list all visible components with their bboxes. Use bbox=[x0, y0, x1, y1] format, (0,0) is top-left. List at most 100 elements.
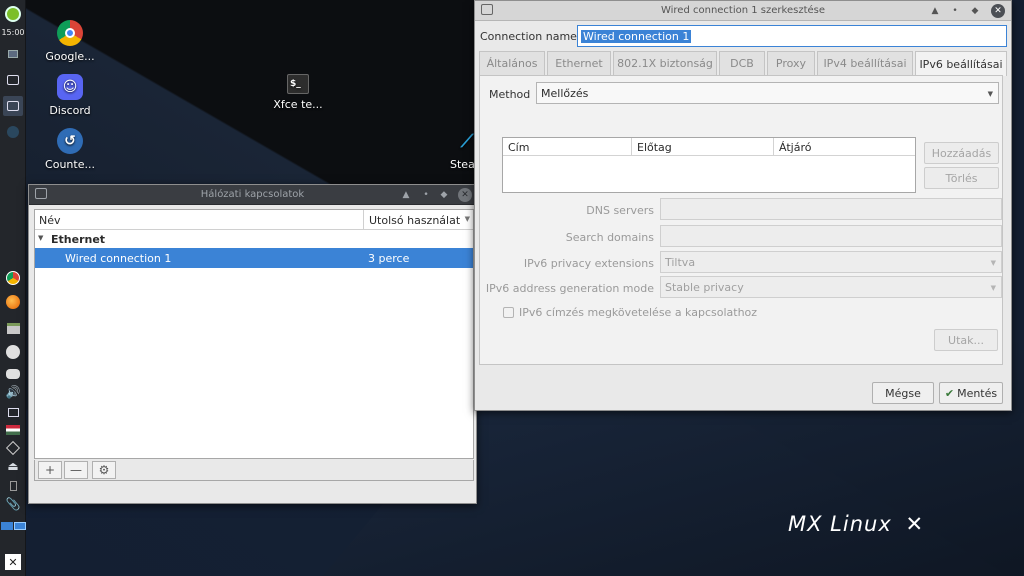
ipv6-privacy-extensions-select[interactable]: Tiltva ▼ bbox=[660, 251, 1002, 273]
connection-name: Wired connection 1 bbox=[65, 252, 172, 265]
dropdown-arrow-icon: ▼ bbox=[990, 259, 996, 267]
tab-ethernet[interactable]: Ethernet bbox=[547, 51, 611, 75]
require-ipv6-checkbox[interactable] bbox=[503, 307, 514, 318]
mx-logo-panel-icon[interactable]: ✕ bbox=[3, 552, 23, 572]
method-label: Method bbox=[489, 88, 531, 101]
tab-ipv4-settings[interactable]: IPv4 beállításai bbox=[817, 51, 913, 75]
dropdown-arrow-icon: ▼ bbox=[990, 284, 996, 292]
workspace-switcher-icon[interactable] bbox=[0, 516, 26, 536]
dropdown-arrow-icon: ▼ bbox=[987, 90, 993, 98]
maximize-icon[interactable]: ◆ bbox=[967, 3, 983, 19]
edit-connection-button[interactable]: ⚙ bbox=[92, 461, 116, 479]
desktop-icon-counter-strike[interactable]: ↺ Counte... bbox=[28, 128, 112, 171]
volume-icon[interactable]: 🔊 bbox=[3, 382, 23, 402]
eject-icon[interactable]: ⏏ bbox=[3, 456, 23, 476]
delete-address-button[interactable]: Törlés bbox=[924, 167, 999, 189]
column-header-last-used-label: Utolsó használat bbox=[369, 214, 461, 227]
save-button-label: Mentés bbox=[957, 386, 998, 400]
gear-icon: ⚙ bbox=[98, 463, 110, 477]
counter-strike-icon: ↺ bbox=[57, 128, 83, 154]
ipv6-address-generation-mode-value: Stable privacy bbox=[665, 281, 744, 294]
task-window-active-icon[interactable] bbox=[3, 96, 23, 116]
close-icon[interactable]: ✕ bbox=[458, 188, 472, 202]
expander-down-icon[interactable]: ▼ bbox=[38, 234, 43, 242]
shade-icon[interactable]: ▲ bbox=[398, 187, 414, 203]
mx-logo-icon: ✕ bbox=[905, 512, 925, 536]
require-ipv6-label: IPv6 címzés megkövetelése a kapcsolathoz bbox=[519, 306, 758, 319]
side-panel: 15:00 🔊 ⏏ 📎 ✕ bbox=[0, 0, 26, 576]
shade-icon[interactable]: ▲ bbox=[927, 3, 943, 19]
ipv6-privacy-extensions-value: Tiltva bbox=[665, 256, 696, 269]
dns-servers-label: DNS servers bbox=[586, 204, 654, 217]
firefox-launcher-icon[interactable] bbox=[3, 292, 23, 312]
tab-ipv6-settings[interactable]: IPv6 beállításai bbox=[915, 51, 1007, 76]
sort-descending-icon: ▼ bbox=[464, 215, 470, 223]
column-header-gateway: Átjáró bbox=[773, 138, 915, 156]
close-icon[interactable]: ✕ bbox=[991, 4, 1005, 18]
dns-servers-input[interactable] bbox=[660, 198, 1002, 220]
connection-name-input[interactable]: Wired connection 1 bbox=[577, 25, 1007, 47]
minus-icon: — bbox=[70, 463, 82, 477]
desktop-icon-google-chrome[interactable]: Google... bbox=[28, 20, 112, 63]
connection-editor-window: Wired connection 1 szerkesztése ▲ • ◆ ✕ … bbox=[474, 0, 1012, 411]
discord-launcher-icon[interactable] bbox=[3, 364, 23, 384]
ipv6-address-generation-mode-label: IPv6 address generation mode bbox=[485, 282, 654, 295]
network-connections-window: Hálózati kapcsolatok ▲ • ◆ ✕ Név Utolsó … bbox=[28, 184, 477, 504]
tab-proxy[interactable]: Proxy bbox=[767, 51, 815, 75]
chrome-launcher-icon[interactable] bbox=[3, 268, 23, 288]
connection-group-label: Ethernet bbox=[51, 233, 106, 246]
mx-linux-brand-text: MX Linux bbox=[788, 512, 892, 536]
whisker-menu-icon[interactable] bbox=[3, 4, 23, 24]
tab-dcb[interactable]: DCB bbox=[719, 51, 765, 75]
plus-icon: + bbox=[44, 463, 56, 477]
connection-list[interactable]: Név Utolsó használat ▼ ▼ Ethernet Wired … bbox=[34, 209, 474, 459]
column-header-name[interactable]: Név bbox=[39, 214, 61, 227]
cancel-button[interactable]: Mégse bbox=[872, 382, 934, 404]
connection-list-toolbar: + — ⚙ bbox=[34, 460, 474, 481]
save-button[interactable]: ✔ Mentés bbox=[939, 382, 1003, 404]
workspace-icon[interactable] bbox=[3, 44, 23, 64]
steam-launcher-icon[interactable] bbox=[3, 342, 23, 362]
network-tray-icon[interactable] bbox=[3, 402, 23, 422]
keyboard-layout-flag-icon[interactable] bbox=[3, 420, 23, 440]
ipv6-privacy-extensions-label: IPv6 privacy extensions bbox=[523, 257, 654, 270]
connection-last-used: 3 perce bbox=[368, 252, 410, 265]
task-window-icon[interactable] bbox=[3, 70, 23, 90]
maximize-icon[interactable]: ◆ bbox=[436, 187, 452, 203]
column-header-address: Cím bbox=[508, 141, 530, 154]
routes-button[interactable]: Utak... bbox=[934, 329, 998, 351]
remove-connection-button[interactable]: — bbox=[64, 461, 88, 479]
task-steam-icon[interactable] bbox=[3, 122, 23, 142]
column-header-prefix: Előtag bbox=[631, 138, 773, 156]
clipboard-icon[interactable] bbox=[3, 476, 23, 496]
add-address-button[interactable]: Hozzáadás bbox=[924, 142, 999, 164]
file-manager-launcher-icon[interactable] bbox=[3, 318, 23, 338]
desktop-icon-discord[interactable]: ☺ Discord bbox=[28, 74, 112, 117]
method-value: Mellőzés bbox=[541, 87, 589, 100]
tab-8021x-security[interactable]: 802.1X biztonság bbox=[613, 51, 717, 75]
connection-list-header: Név Utolsó használat ▼ bbox=[35, 210, 473, 230]
ipv6-address-generation-mode-select[interactable]: Stable privacy ▼ bbox=[660, 276, 1002, 298]
connection-editor-titlebar[interactable]: Wired connection 1 szerkesztése ▲ • ◆ ✕ bbox=[475, 1, 1011, 21]
network-connections-titlebar[interactable]: Hálózati kapcsolatok ▲ • ◆ ✕ bbox=[29, 185, 476, 205]
connection-group-ethernet[interactable]: ▼ Ethernet bbox=[35, 230, 473, 248]
paperclip-icon[interactable]: 📎 bbox=[3, 494, 23, 514]
chrome-icon bbox=[57, 20, 83, 46]
column-header-last-used[interactable]: Utolsó használat ▼ bbox=[363, 210, 474, 230]
tab-general[interactable]: Általános bbox=[479, 51, 545, 75]
minimize-icon[interactable]: • bbox=[947, 3, 963, 19]
connection-name-value: Wired connection 1 bbox=[581, 30, 692, 43]
desktop-icon-xfce-terminal[interactable]: $_ Xfce te... bbox=[256, 74, 340, 111]
package-updater-icon[interactable] bbox=[3, 438, 23, 458]
search-domains-input[interactable] bbox=[660, 225, 1002, 247]
address-table-header: Cím Előtag Átjáró bbox=[503, 138, 915, 156]
add-connection-button[interactable]: + bbox=[38, 461, 62, 479]
panel-clock[interactable]: 15:00 bbox=[0, 28, 26, 37]
search-domains-label: Search domains bbox=[565, 231, 654, 244]
desktop-icon-label: Counte... bbox=[45, 158, 95, 171]
mx-linux-wallpaper-logo: MX Linux ✕ bbox=[788, 512, 924, 536]
minimize-icon[interactable]: • bbox=[418, 187, 434, 203]
method-select[interactable]: Mellőzés ▼ bbox=[536, 82, 999, 104]
connection-row[interactable]: Wired connection 1 3 perce bbox=[35, 248, 473, 268]
desktop-icon-label: Discord bbox=[49, 104, 91, 117]
